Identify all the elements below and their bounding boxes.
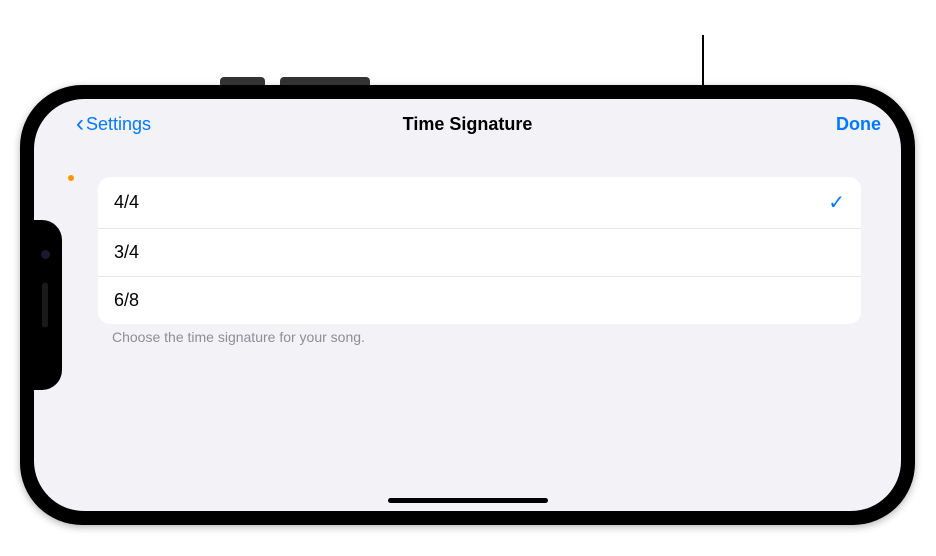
phone-frame: ‹ Settings Time Signature Done 4/4 ✓ 3/4… bbox=[20, 85, 915, 525]
notch bbox=[34, 220, 62, 390]
option-label: 3/4 bbox=[114, 242, 139, 263]
option-label: 4/4 bbox=[114, 192, 139, 213]
chevron-left-icon: ‹ bbox=[76, 110, 84, 138]
navigation-bar: ‹ Settings Time Signature Done bbox=[34, 99, 901, 149]
back-button[interactable]: ‹ Settings bbox=[76, 110, 151, 138]
footer-help-text: Choose the time signature for your song. bbox=[112, 329, 365, 345]
recording-indicator-icon bbox=[68, 175, 74, 181]
option-row-4-4[interactable]: 4/4 ✓ bbox=[98, 177, 861, 229]
option-row-3-4[interactable]: 3/4 bbox=[98, 229, 861, 277]
checkmark-icon: ✓ bbox=[828, 190, 845, 215]
page-title: Time Signature bbox=[403, 114, 533, 135]
time-signature-list: 4/4 ✓ 3/4 6/8 bbox=[98, 177, 861, 324]
speaker-grille bbox=[42, 283, 48, 328]
done-button[interactable]: Done bbox=[836, 114, 881, 135]
option-row-6-8[interactable]: 6/8 bbox=[98, 277, 861, 324]
back-button-label: Settings bbox=[86, 114, 151, 135]
option-label: 6/8 bbox=[114, 290, 139, 311]
screen: ‹ Settings Time Signature Done 4/4 ✓ 3/4… bbox=[34, 99, 901, 511]
front-camera bbox=[41, 250, 50, 259]
home-indicator[interactable] bbox=[388, 498, 548, 503]
